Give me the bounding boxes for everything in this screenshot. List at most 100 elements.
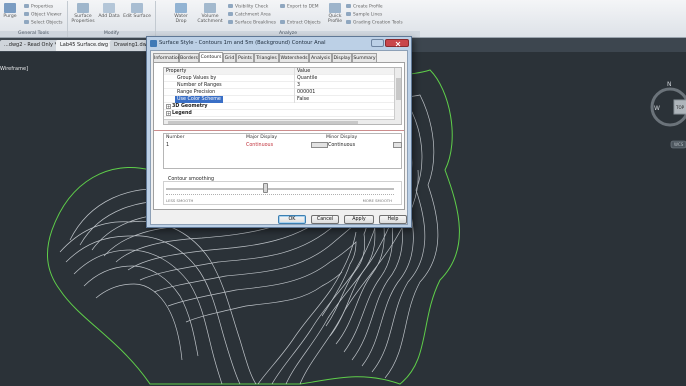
help-window-button[interactable] (371, 39, 384, 47)
group-label-modify: Modify (68, 31, 155, 37)
smoothing-max-label: MORE SMOOTH (362, 198, 392, 203)
group-label-general-tools: General Tools (0, 31, 67, 37)
close-window-button[interactable] (385, 39, 409, 47)
property-row-selected[interactable]: Use Color Scheme False (164, 96, 395, 103)
contours-panel: Property Value Group Values by Quantile … (153, 62, 405, 210)
property-grid-vscroll[interactable] (394, 68, 401, 124)
col-number: Number (166, 135, 185, 140)
contour-display-table: Number Major Display Minor Display 1 Con… (163, 133, 402, 169)
col-minor-display: Minor Display (326, 135, 358, 140)
header-value: Value (297, 69, 311, 74)
property-grid: Property Value Group Values by Quantile … (163, 67, 402, 125)
expand-icon[interactable]: + (166, 104, 171, 109)
volume-catchment-icon (204, 3, 216, 13)
tab-display[interactable]: Display (332, 53, 352, 62)
object-viewer-icon (24, 12, 29, 16)
property-grid-hscroll[interactable] (164, 119, 395, 124)
tab-grid[interactable]: Grid (223, 53, 236, 62)
viewcube-top: TOP (675, 105, 685, 110)
property-grid-header: Property Value (164, 68, 395, 75)
grading-creation-icon (346, 20, 351, 24)
properties-icon (24, 4, 29, 8)
dialog-body: Information Borders Contours Grid Points… (150, 50, 408, 225)
water-drop-button[interactable]: Water Drop (170, 3, 192, 24)
smoothing-slider-thumb[interactable] (263, 183, 269, 193)
visibility-check-button[interactable]: Visibility Check (228, 4, 268, 10)
expand-icon[interactable]: + (166, 111, 171, 116)
smoothing-slider-track[interactable] (166, 188, 394, 190)
row-number: 1 (166, 143, 170, 148)
minor-lineweight-button[interactable] (393, 142, 402, 148)
surface-properties-icon (77, 3, 89, 13)
create-profile-button[interactable]: Create Profile (346, 4, 383, 10)
grading-creation-button[interactable]: Grading Creation Tools (346, 20, 403, 26)
smoothing-ticks (166, 194, 394, 197)
visibility-check-icon (228, 4, 233, 8)
add-data-button[interactable]: Add Data (98, 3, 120, 19)
help-button[interactable]: Help (379, 215, 407, 224)
property-row[interactable]: Number of Ranges 3 (164, 82, 395, 89)
edit-surface-button[interactable]: Edit Surface (122, 3, 152, 19)
water-drop-icon (175, 3, 187, 13)
create-profile-icon (346, 4, 351, 8)
section-divider (154, 130, 404, 131)
viewport-label[interactable]: Wireframe] (0, 66, 28, 72)
major-display-value[interactable]: Continuous (246, 143, 273, 148)
ribbon-group-modify: Surface Properties Add Data Edit Surface… (68, 1, 156, 37)
wcs-label: WCS (674, 142, 684, 147)
surface-breaklines-icon (228, 20, 233, 24)
sample-lines-button[interactable]: Sample Lines (346, 12, 382, 18)
header-property: Property (166, 69, 187, 74)
file-tab-1[interactable]: ...dwg2 - Read Only * (0, 40, 62, 51)
select-objects-button[interactable]: Select Objects (24, 20, 63, 26)
apply-button[interactable]: Apply (344, 215, 374, 224)
minor-display-value[interactable]: Continuous (328, 143, 355, 148)
ok-button[interactable]: OK (278, 215, 306, 224)
close-icon (395, 41, 401, 47)
purge-button[interactable]: Purge (3, 3, 17, 19)
property-row[interactable]: Group Values by Quantile (164, 75, 395, 82)
tab-triangles[interactable]: Triangles (254, 53, 279, 62)
viewcube-north: N (667, 81, 672, 88)
export-dem-button[interactable]: Export to DEM (280, 4, 319, 10)
quick-profile-button[interactable]: Quick Profile (326, 3, 344, 24)
tab-contours[interactable]: Contours (199, 52, 223, 62)
property-row[interactable]: Range Precision 000001 (164, 89, 395, 96)
select-objects-icon (24, 20, 29, 24)
sample-lines-icon (346, 12, 351, 16)
purge-icon (4, 3, 16, 13)
object-viewer-button[interactable]: Object Viewer (24, 12, 62, 18)
tab-watersheds[interactable]: Watersheds (279, 53, 309, 62)
dialog-title: Surface Style - Contours 1m and 5m (Back… (159, 40, 326, 46)
add-data-icon (103, 3, 115, 13)
file-tab-2[interactable]: Lab45 Surface.dwg * (56, 40, 117, 51)
viewcube-west: W (654, 105, 660, 112)
properties-button[interactable]: Properties (24, 4, 53, 10)
surface-properties-button[interactable]: Surface Properties (70, 3, 96, 24)
app-icon (150, 40, 157, 47)
smoothing-min-label: LESS SMOOTH (166, 198, 194, 203)
volume-catchment-button[interactable]: Volume Catchment (194, 3, 226, 24)
tab-analysis[interactable]: Analysis (309, 53, 332, 62)
tab-borders[interactable]: Borders (179, 53, 199, 62)
category-legend[interactable]: + Legend (164, 110, 395, 117)
ribbon-group-analyze: Water Drop Volume Catchment Visibility C… (156, 1, 420, 37)
surface-style-dialog: Surface Style - Contours 1m and 5m (Back… (146, 36, 412, 228)
ribbon: Purge Properties Object Viewer Select Ob… (0, 0, 686, 38)
col-major-display: Major Display (246, 135, 278, 140)
catchment-area-button[interactable]: Catchment Area (228, 12, 271, 18)
extract-objects-icon (280, 20, 285, 24)
export-dem-icon (280, 4, 285, 8)
major-lineweight-button[interactable] (311, 142, 328, 148)
tab-information[interactable]: Information (153, 53, 181, 62)
category-3d-geometry[interactable]: + 3D Geometry (164, 103, 395, 110)
catchment-area-icon (228, 12, 233, 16)
tab-points[interactable]: Points (236, 53, 254, 62)
surface-breaklines-button[interactable]: Surface Breaklines (228, 20, 276, 26)
extract-objects-button[interactable]: Extract Objects (280, 20, 321, 26)
ribbon-group-general-tools: Purge Properties Object Viewer Select Ob… (0, 1, 68, 37)
edit-surface-icon (131, 3, 143, 13)
cancel-button[interactable]: Cancel (311, 215, 339, 224)
tab-summary[interactable]: Summary (352, 53, 377, 62)
quick-profile-icon (329, 3, 341, 13)
